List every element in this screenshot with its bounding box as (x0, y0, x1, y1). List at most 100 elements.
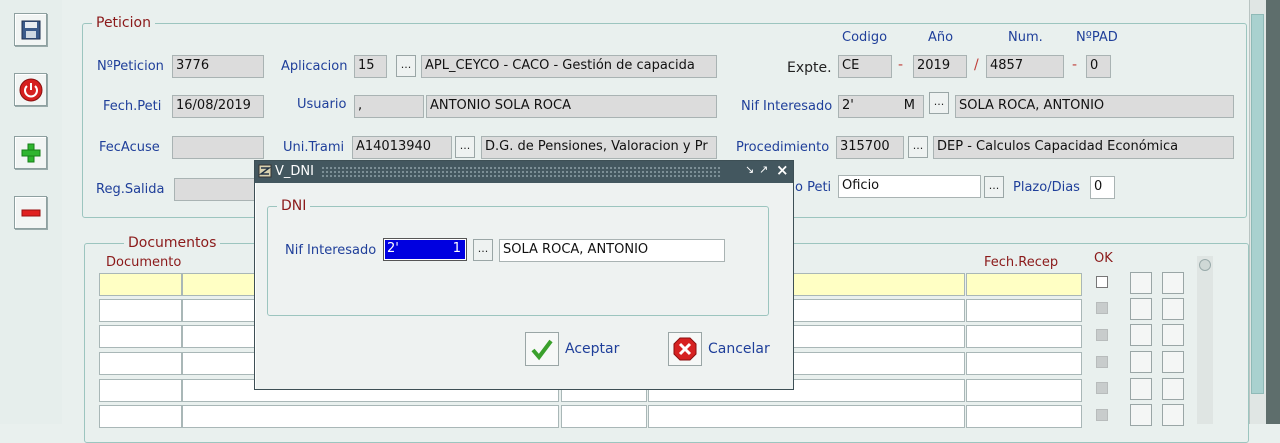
expte-separator-2: / (974, 57, 979, 73)
edit-document-icon[interactable] (1130, 404, 1152, 426)
aplicacion-label: Aplicacion (281, 59, 348, 74)
aplicacion-code-field[interactable]: 15 (354, 55, 387, 78)
accept-button[interactable]: Aceptar (525, 331, 619, 367)
table-cell[interactable] (966, 379, 1082, 402)
expte-separator-1: - (898, 57, 904, 73)
table-cell[interactable] (966, 325, 1082, 348)
usuario-name-field[interactable]: ANTONIO SOLA ROCA (426, 95, 717, 118)
tipo-peti-lov-button[interactable]: ... (984, 176, 1004, 198)
table-cell[interactable] (182, 405, 559, 428)
ok-checkbox[interactable] (1096, 329, 1108, 341)
checkmark-icon (525, 332, 559, 366)
edit-document-icon[interactable] (1130, 272, 1152, 294)
ok-checkbox[interactable] (1096, 276, 1108, 288)
edit-document-icon[interactable] (1130, 298, 1152, 320)
table-cell[interactable] (966, 273, 1082, 296)
table-cell[interactable] (99, 352, 182, 375)
dialog-title: V_DNI (275, 164, 314, 179)
expte-npad-field[interactable]: 0 (1086, 55, 1111, 78)
uni-trami-desc-field[interactable]: D.G. de Pensiones, Valoracion y Pr (481, 136, 717, 159)
red-minus-icon (21, 209, 40, 216)
aplicacion-desc-field[interactable]: APL_CEYCO - CACO - Gestión de capacida (421, 55, 717, 78)
scroll-up-icon[interactable] (1199, 259, 1211, 271)
table-cell[interactable] (561, 405, 647, 428)
dialog-nif-value-end: 1 (452, 241, 461, 256)
save-button[interactable] (14, 13, 47, 46)
nif-interesado-name-field[interactable]: SOLA ROCA, ANTONIO (955, 95, 1234, 118)
view-document-icon[interactable] (1162, 298, 1184, 320)
table-cell[interactable] (99, 379, 182, 402)
procedimiento-code-field[interactable]: 315700 (836, 136, 904, 159)
view-document-icon[interactable] (1162, 404, 1184, 426)
plazo-dias-label: Plazo/Dias (1013, 180, 1080, 195)
plazo-dias-field[interactable]: 0 (1090, 176, 1115, 199)
expte-codigo-field[interactable]: CE (838, 55, 892, 78)
floppy-save-icon (21, 20, 40, 39)
ok-checkbox[interactable] (1096, 382, 1108, 394)
npeticion-field[interactable]: 3776 (172, 55, 264, 78)
table-cell[interactable] (99, 299, 182, 322)
uni-trami-code-field[interactable]: A14013940 (352, 136, 452, 159)
num-header: Num. (1008, 30, 1043, 45)
table-cell[interactable] (966, 352, 1082, 375)
procedimiento-desc-field[interactable]: DEP - Calculos Capacidad Económica (933, 136, 1234, 159)
edit-document-icon[interactable] (1130, 378, 1152, 400)
ok-checkbox[interactable] (1096, 302, 1108, 314)
npad-header: NºPAD (1076, 30, 1118, 45)
dialog-name-field[interactable]: SOLA ROCA, ANTONIO (499, 239, 725, 262)
usuario-label: Usuario (297, 97, 347, 112)
left-toolbar (0, 0, 62, 424)
window-app-icon (258, 164, 272, 178)
nif-interesado-field[interactable]: 2' M (838, 95, 924, 118)
table-cell[interactable] (99, 273, 182, 296)
accept-button-label: Aceptar (565, 341, 620, 357)
dialog-nif-lov-button[interactable]: ... (473, 239, 493, 261)
edit-document-icon[interactable] (1130, 324, 1152, 346)
peticion-frame-title: Peticion (92, 15, 155, 31)
delete-record-button[interactable] (14, 196, 47, 229)
tipo-peti-field[interactable]: Oficio (838, 175, 981, 198)
reg-salida-field[interactable] (174, 178, 260, 201)
edit-document-icon[interactable] (1130, 351, 1152, 373)
view-document-icon[interactable] (1162, 378, 1184, 400)
maximize-icon[interactable]: ↗ (759, 163, 768, 176)
aplicacion-lov-button[interactable]: ... (396, 55, 416, 77)
usuario-code-field[interactable]: , (354, 95, 424, 118)
table-cell[interactable] (966, 299, 1082, 322)
dialog-nif-label: Nif Interesado (285, 243, 377, 258)
table-cell[interactable] (966, 405, 1082, 428)
minimize-icon[interactable]: ↘ (745, 163, 754, 176)
expte-num-field[interactable]: 4857 (986, 55, 1064, 78)
ok-checkbox[interactable] (1096, 409, 1108, 421)
dialog-nif-field[interactable]: 2' 1 (383, 238, 467, 261)
anio-header: Año (928, 30, 954, 45)
exit-button[interactable] (14, 73, 47, 106)
uni-trami-lov-button[interactable]: ... (455, 136, 475, 158)
dni-frame-title: DNI (277, 198, 311, 214)
window-scrollbar-thumb[interactable] (1251, 14, 1264, 394)
fec-acuse-field[interactable] (172, 136, 264, 159)
codigo-header: Codigo (842, 30, 888, 45)
dialog-nif-selection: 2' 1 (385, 240, 465, 259)
power-exit-icon (19, 78, 42, 101)
table-cell[interactable] (99, 325, 182, 348)
view-document-icon[interactable] (1162, 272, 1184, 294)
table-cell[interactable] (648, 405, 965, 428)
fech-peti-field[interactable]: 16/08/2019 (172, 95, 264, 118)
dialog-titlebar[interactable]: V_DNI ↘ ↗ × (255, 161, 793, 183)
npeticion-label: NºPeticion (97, 59, 164, 74)
procedimiento-lov-button[interactable]: ... (908, 136, 928, 158)
nif-interesado-lov-button[interactable]: ... (929, 92, 949, 114)
view-document-icon[interactable] (1162, 351, 1184, 373)
expte-anio-field[interactable]: 2019 (913, 55, 967, 78)
documents-scrollbar[interactable] (1197, 256, 1213, 424)
table-cell[interactable] (99, 405, 182, 428)
ok-checkbox[interactable] (1096, 356, 1108, 368)
window-edge (1266, 0, 1280, 424)
fec-acuse-label: FecAcuse (99, 140, 160, 155)
view-document-icon[interactable] (1162, 324, 1184, 346)
close-icon[interactable]: × (776, 161, 789, 179)
uni-trami-label: Uni.Trami (283, 140, 345, 155)
cancel-button[interactable]: Cancelar (668, 331, 770, 367)
add-record-button[interactable] (14, 136, 47, 169)
